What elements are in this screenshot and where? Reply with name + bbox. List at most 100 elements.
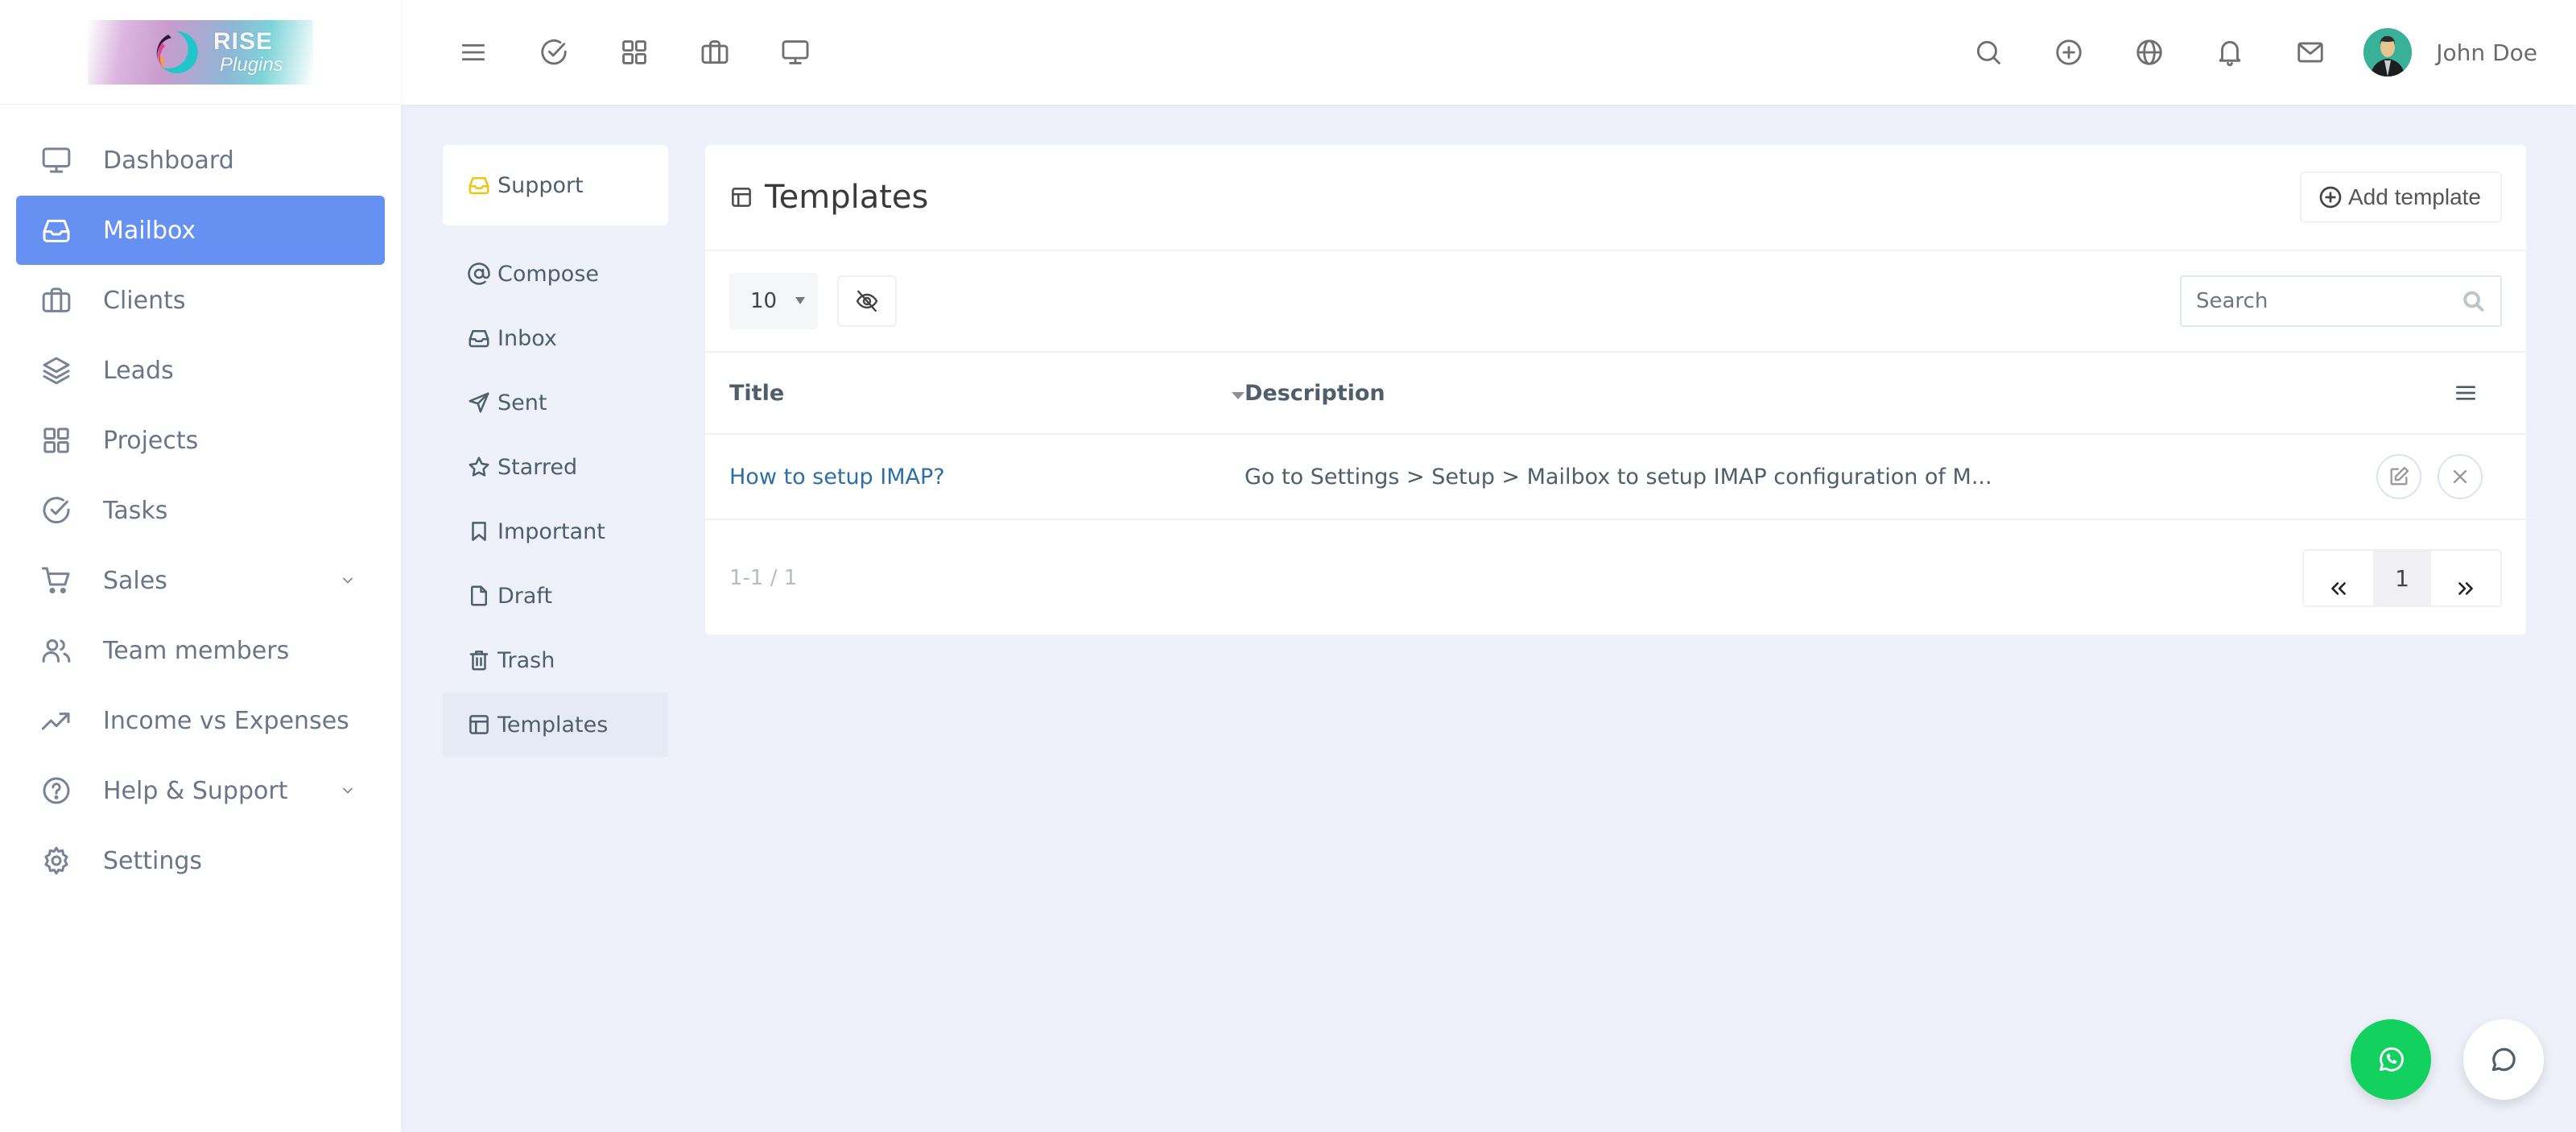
logo-mark-icon (156, 31, 198, 73)
user-avatar-icon (2363, 28, 2413, 76)
menu-icon (461, 43, 485, 61)
mailbox-item-label: Compose (497, 261, 600, 287)
mailbox-item-important[interactable]: Important (443, 499, 668, 564)
sidebar-item-label: Dashboard (103, 146, 234, 175)
sidebar-item-team-members[interactable]: Team members (16, 616, 385, 685)
table-toolbar: 10 (705, 251, 2526, 353)
chevron-down-icon[interactable] (340, 783, 356, 799)
sidebar-item-help-support[interactable]: Help & Support (16, 756, 385, 825)
message-circle-icon (2491, 1047, 2516, 1072)
add-template-button[interactable]: Add template (2300, 171, 2502, 223)
inbox-icon (469, 330, 489, 348)
mailbox-item-starred[interactable]: Starred (443, 435, 668, 499)
mailbox-item-compose[interactable]: Compose (443, 242, 668, 306)
sidebar-item-leads[interactable]: Leads (16, 336, 385, 405)
edit-button[interactable] (2376, 454, 2421, 499)
mailbox-item-trash[interactable]: Trash (443, 628, 668, 692)
sidebar-item-label: Team members (103, 636, 290, 665)
whatsapp-icon (2379, 1047, 2404, 1072)
quick-links (401, 20, 836, 85)
page-size-select[interactable]: 10 (729, 273, 818, 329)
trending-up-icon (41, 713, 70, 730)
column-header-title[interactable]: Title (729, 381, 1245, 406)
chat-button[interactable] (2463, 1019, 2544, 1100)
search-field (2180, 275, 2502, 327)
logo[interactable]: RISE Plugins (88, 19, 313, 85)
mailbox-item-templates[interactable]: Templates (443, 692, 668, 757)
brand: RISE Plugins (0, 0, 401, 105)
sidebar-item-label: Leads (103, 356, 174, 385)
column-visibility-button[interactable] (837, 275, 897, 327)
sidebar-item-label: Settings (103, 846, 203, 875)
main-nav: Dashboard Mailbox Clients Leads Projects… (0, 105, 401, 895)
mail-icon (2297, 42, 2323, 63)
star-icon (469, 457, 489, 477)
chevron-down-icon[interactable] (340, 572, 356, 589)
help-circle-icon (43, 777, 70, 804)
sidebar-item-projects[interactable]: Projects (16, 406, 385, 475)
at-icon (468, 262, 490, 285)
mailbox-item-draft[interactable]: Draft (443, 564, 668, 628)
row-actions (2376, 454, 2483, 499)
inbox-icon (43, 219, 70, 242)
mailbox-item-label: Important (497, 518, 605, 544)
gear-icon (44, 846, 68, 875)
briefcase-icon (42, 287, 71, 312)
plus-circle-icon (2319, 186, 2342, 209)
sidebar-item-settings[interactable]: Settings (16, 826, 385, 895)
mailbox-item-inbox[interactable]: Inbox (443, 306, 668, 370)
page-number-button[interactable]: 1 (2373, 551, 2431, 605)
mailbox-nav: Support Compose Inbox Sent Starred Impor… (443, 145, 668, 757)
previous-page-button[interactable] (2304, 551, 2373, 605)
whatsapp-button[interactable] (2351, 1019, 2431, 1100)
mailbox-account-selector[interactable]: Support (443, 145, 668, 225)
search-input[interactable] (2196, 289, 2461, 313)
monitor-icon (782, 40, 809, 64)
search-icon (1977, 40, 2001, 64)
user-menu[interactable]: John Doe (2363, 28, 2537, 76)
page-title-text: Templates (765, 179, 929, 216)
dashboard-shortcut-button[interactable] (755, 20, 836, 85)
sidebar-item-income-vs-expenses[interactable]: Income vs Expenses (16, 686, 385, 755)
brand-name: RISE (213, 27, 274, 55)
file-icon (471, 585, 487, 606)
top-bar-actions: John Doe (1948, 20, 2576, 85)
sidebar-item-dashboard[interactable]: Dashboard (16, 126, 385, 195)
eye-off-icon (856, 290, 878, 312)
column-options-button[interactable] (2429, 380, 2502, 406)
sidebar-item-mailbox[interactable]: Mailbox (16, 196, 385, 265)
mailbox-item-label: Templates (497, 712, 609, 737)
chevrons-right-icon (2458, 582, 2473, 595)
sidebar-item-tasks[interactable]: Tasks (16, 476, 385, 545)
sidebar-toggle-button[interactable] (433, 20, 514, 85)
template-title-link[interactable]: How to setup IMAP? (729, 465, 1245, 490)
language-button[interactable] (2109, 20, 2190, 85)
tasks-shortcut-button[interactable] (514, 20, 594, 85)
messages-button[interactable] (2270, 20, 2351, 85)
notifications-button[interactable] (2190, 20, 2270, 85)
sidebar-item-clients[interactable]: Clients (16, 266, 385, 335)
mailbox-item-sent[interactable]: Sent (443, 370, 668, 435)
search-icon[interactable] (2461, 287, 2486, 315)
chevrons-left-icon (2331, 582, 2346, 595)
column-header-title-label: Title (729, 380, 785, 406)
briefcase-icon (701, 40, 729, 64)
plus-circle-icon (2056, 39, 2082, 65)
quick-add-button[interactable] (2029, 20, 2109, 85)
sidebar-item-label: Clients (103, 286, 186, 315)
sidebar-item-label: Sales (103, 566, 167, 595)
inbox-icon (469, 177, 489, 195)
mailbox-item-label: Starred (497, 454, 578, 480)
sidebar-item-sales[interactable]: Sales (16, 546, 385, 615)
sort-desc-icon (1232, 391, 1245, 399)
search-button[interactable] (1948, 20, 2029, 85)
edit-icon (2390, 466, 2409, 485)
clients-shortcut-button[interactable] (675, 20, 755, 85)
pagination: 1 (2302, 549, 2502, 607)
next-page-button[interactable] (2431, 551, 2500, 605)
column-header-description[interactable]: Description (1245, 381, 2429, 406)
projects-shortcut-button[interactable] (594, 20, 675, 85)
delete-button[interactable] (2438, 454, 2483, 499)
mailbox-item-label: Inbox (497, 325, 557, 351)
mailbox-item-label: Sent (497, 390, 547, 415)
